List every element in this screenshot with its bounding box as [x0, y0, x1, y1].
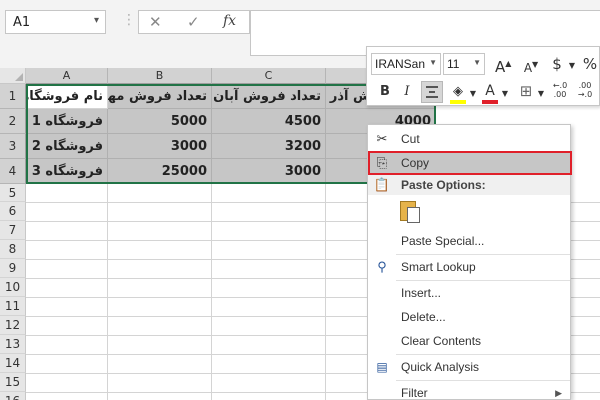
cell-b2[interactable]: 5000 [108, 109, 212, 134]
menu-item-paste-special[interactable]: Paste Special... [368, 229, 570, 253]
row-header-6[interactable]: 6 [0, 202, 26, 221]
increase-decimal-icon: ←.0.00 [552, 81, 568, 99]
increase-font-size-button[interactable]: A▲ [495, 54, 511, 77]
context-menu: ✂ Cut ⎘ Copy 📋 Paste Options: Paste Spec… [367, 124, 572, 400]
paste-options-header: 📋 Paste Options: [368, 175, 570, 195]
cell-a4[interactable]: فروشگاه 3 [26, 159, 108, 184]
row-header-9[interactable]: 9 [0, 259, 26, 278]
quick-analysis-icon: ▤ [376, 360, 388, 374]
cell-b3[interactable]: 3000 [108, 134, 212, 159]
cancel-icon[interactable]: ✕ [149, 13, 162, 31]
insert-function-icon[interactable]: fx [223, 13, 236, 29]
decrease-decimal-button[interactable]: .00 →.0 [574, 81, 596, 99]
menu-item-cut[interactable]: ✂ Cut [368, 127, 570, 151]
menu-item-delete[interactable]: Delete... [368, 305, 570, 329]
cell-c1[interactable]: تعداد فروش آبان [212, 84, 326, 109]
row-header-13[interactable]: 13 [0, 335, 26, 354]
grow-font-icon: A [495, 58, 506, 76]
chevron-down-icon[interactable]: ▾ [94, 15, 99, 26]
cell-a1[interactable]: نام فروشگاه [26, 84, 108, 109]
select-all-button[interactable] [0, 68, 26, 84]
accounting-format-button[interactable]: $ [549, 54, 565, 74]
menu-item-clear-contents[interactable]: Clear Contents [368, 329, 570, 353]
menu-item-smart-lookup[interactable]: ⚲ Smart Lookup [368, 255, 570, 279]
mini-toolbar: IRANSan ▼ 11 ▼ A▲ A▼ $ ▼ % B I ◈ ▼ A ▼ ⊞… [366, 46, 600, 106]
chevron-down-icon[interactable]: ▼ [536, 84, 546, 104]
menu-item-filter[interactable]: Filter ▶ [368, 381, 570, 400]
menu-item-label: Quick Analysis [401, 360, 480, 374]
menu-item-label: Insert... [401, 286, 442, 300]
paste-option-button[interactable] [398, 201, 422, 227]
menu-item-label: Clear Contents [401, 334, 482, 348]
column-header-c[interactable]: C [212, 68, 326, 84]
bold-button[interactable]: B [377, 82, 393, 102]
menu-item-quick-analysis[interactable]: ▤ Quick Analysis [368, 355, 570, 379]
copy-icon: ⎘ [376, 155, 388, 170]
cell-b1[interactable]: تعداد فروش مهر [108, 84, 212, 109]
formula-bar-buttons: ✕ ✓ fx [138, 10, 250, 34]
borders-icon: ⊞ [519, 82, 533, 100]
cell-a2[interactable]: فروشگاه 1 [26, 109, 108, 134]
enter-check-icon[interactable]: ✓ [187, 13, 200, 31]
font-color-button[interactable]: A [481, 81, 499, 104]
decrease-decimal-icon: .00 →.0 [577, 81, 593, 99]
borders-button[interactable]: ⊞ [517, 81, 535, 101]
cell-a3[interactable]: فروشگاه 2 [26, 134, 108, 159]
increase-decimal-button[interactable]: ←.0.00 [550, 81, 570, 99]
cell-c3[interactable]: 3200 [212, 134, 326, 159]
menu-item-label: Cut [401, 132, 420, 146]
italic-button[interactable]: I [399, 82, 415, 102]
row-header-1[interactable]: 1 [0, 84, 26, 109]
menu-item-label: Delete... [401, 310, 446, 324]
decrease-font-size-button[interactable]: A▼ [523, 55, 539, 78]
menu-item-label: Copy [401, 156, 430, 170]
cell-c4[interactable]: 3000 [212, 159, 326, 184]
chevron-down-icon[interactable]: ▼ [567, 56, 577, 76]
row-header-7[interactable]: 7 [0, 221, 26, 240]
name-box-value: A1 [13, 15, 31, 30]
formula-bar-grip-icon: ⋮ [122, 12, 137, 28]
chevron-down-icon[interactable]: ▼ [500, 84, 510, 104]
row-header-16[interactable]: 16 [0, 392, 26, 400]
paint-bucket-icon: ◈ [453, 84, 463, 99]
menu-item-label: Paste Options: [401, 178, 486, 192]
center-align-button[interactable] [421, 81, 443, 103]
smart-lookup-icon: ⚲ [377, 259, 387, 274]
font-size-select[interactable]: 11 ▼ [443, 53, 485, 75]
cell-b4[interactable]: 25000 [108, 159, 212, 184]
chevron-down-icon[interactable]: ▼ [473, 58, 481, 67]
row-header-15[interactable]: 15 [0, 373, 26, 392]
font-size-value: 11 [447, 57, 460, 71]
row-header-10[interactable]: 10 [0, 278, 26, 297]
font-name-value: IRANSan [375, 57, 426, 71]
menu-item-label: Smart Lookup [401, 260, 476, 274]
name-box[interactable]: A1 ▾ [5, 10, 106, 34]
chevron-right-icon: ▶ [555, 388, 562, 398]
font-color-icon: A [485, 83, 495, 99]
row-header-2[interactable]: 2 [0, 109, 26, 134]
row-header-14[interactable]: 14 [0, 354, 26, 373]
scissors-icon: ✂ [376, 131, 388, 146]
menu-item-label: Paste Special... [401, 234, 485, 248]
font-name-select[interactable]: IRANSan ▼ [371, 53, 441, 75]
menu-item-label: Filter [401, 386, 428, 400]
menu-item-copy[interactable]: ⎘ Copy [368, 151, 572, 175]
chevron-down-icon[interactable]: ▼ [429, 58, 437, 67]
row-header-8[interactable]: 8 [0, 240, 26, 259]
row-header-5[interactable]: 5 [0, 184, 26, 202]
column-header-a[interactable]: A [26, 68, 108, 84]
row-header-4[interactable]: 4 [0, 159, 26, 184]
row-header-11[interactable]: 11 [0, 297, 26, 316]
percent-style-button[interactable]: % [581, 54, 599, 74]
menu-item-insert[interactable]: Insert... [368, 281, 570, 305]
shrink-font-icon: A [523, 61, 533, 75]
paste-icon: 📋 [373, 177, 391, 192]
column-header-b[interactable]: B [108, 68, 212, 84]
fill-color-button[interactable]: ◈ [449, 82, 467, 104]
chevron-down-icon[interactable]: ▼ [468, 84, 478, 104]
row-header-3[interactable]: 3 [0, 134, 26, 159]
row-header-12[interactable]: 12 [0, 316, 26, 335]
cell-c2[interactable]: 4500 [212, 109, 326, 134]
